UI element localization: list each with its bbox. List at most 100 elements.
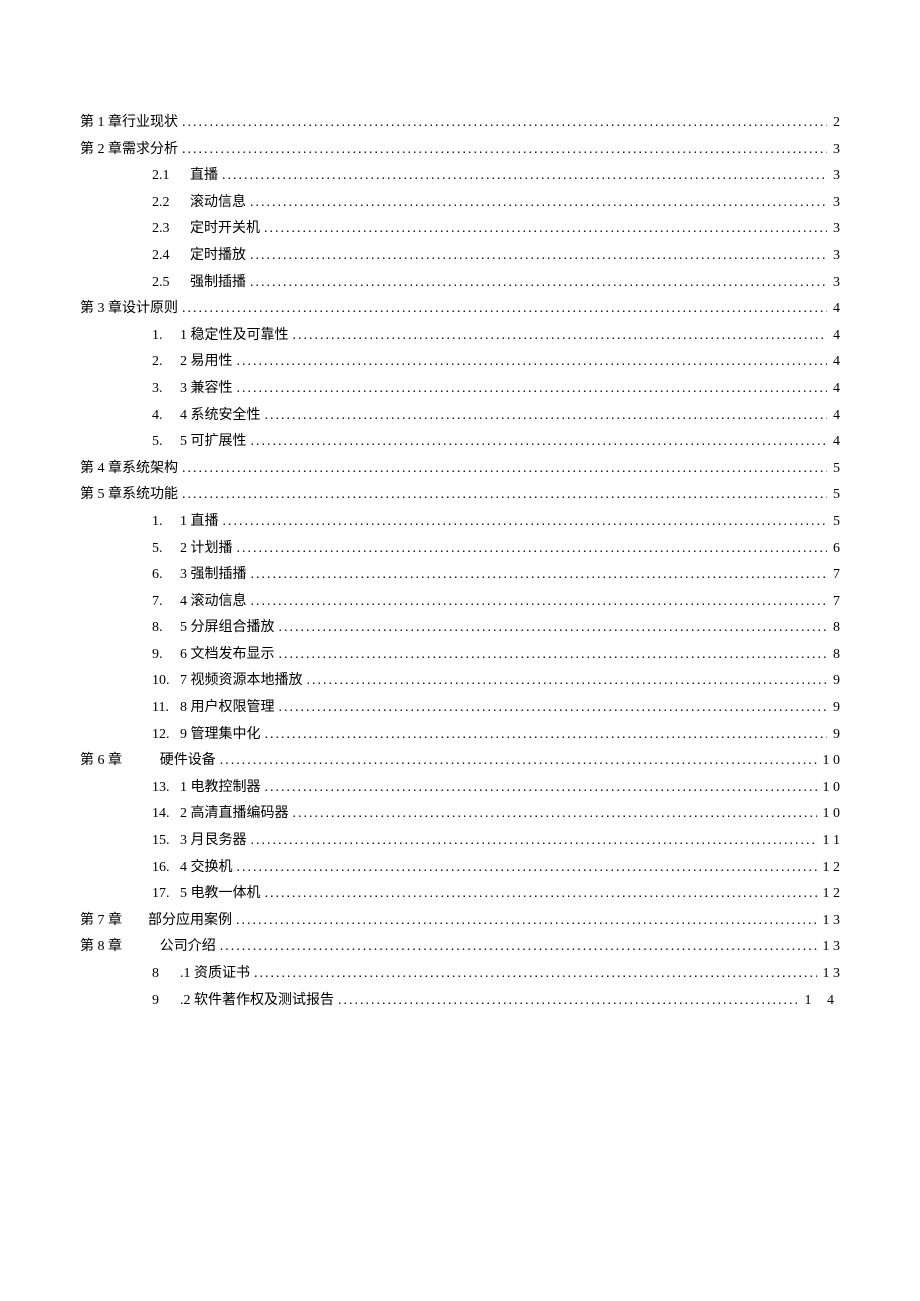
dot-leader — [182, 110, 827, 137]
toc-page: 1 2 — [817, 855, 841, 882]
toc-number: 2.4 — [152, 243, 190, 270]
toc-row-section: 6. 3 强制插播 7 — [80, 562, 840, 589]
toc-row-chapter: 第 2 章需求分析 3 — [80, 137, 840, 164]
toc-title: 2 易用性 — [180, 349, 237, 376]
toc-number: 2.3 — [152, 216, 190, 243]
dot-leader — [265, 722, 828, 749]
dot-leader — [237, 536, 828, 563]
toc-title: .1 资质证书 — [180, 961, 254, 988]
toc-title: 5 分屏组合播放 — [180, 615, 279, 642]
toc-page: 1 3 — [817, 934, 841, 961]
toc-title: 3 兼容性 — [180, 376, 237, 403]
toc-number: 10. — [152, 668, 180, 695]
toc-page: 3 — [827, 190, 840, 217]
toc-title: 7 视频资源本地播放 — [180, 668, 307, 695]
dot-leader — [265, 881, 817, 908]
toc-row-chapter: 第 8 章 公司介绍 1 3 — [80, 934, 840, 961]
toc-row-section: 17. 5 电教一体机 1 2 — [80, 881, 840, 908]
toc-row-section: 9. 6 文档发布显示 8 — [80, 642, 840, 669]
toc-number: 13. — [152, 775, 180, 802]
toc-title: 强制插播 — [190, 270, 250, 297]
toc-title: 4 交换机 — [180, 855, 237, 882]
toc-title: 硬件设备 — [160, 748, 220, 775]
toc-row-section: 7. 4 滚动信息 7 — [80, 589, 840, 616]
dot-leader — [182, 482, 827, 509]
toc-title: 2 高清直播编码器 — [180, 801, 293, 828]
toc-title: 9 管理集中化 — [180, 722, 265, 749]
dot-leader — [182, 456, 827, 483]
dot-leader — [279, 642, 828, 669]
dot-leader — [182, 137, 827, 164]
toc-row-section: 14. 2 高清直播编码器 1 0 — [80, 801, 840, 828]
toc-number: 8 — [152, 961, 180, 988]
toc-row-section: 2.1 直播 3 — [80, 163, 840, 190]
dot-leader — [250, 190, 827, 217]
toc-row-section: 2.5 强制插播 3 — [80, 270, 840, 297]
toc-row-section: 2.3 定时开关机 3 — [80, 216, 840, 243]
dot-leader — [220, 934, 817, 961]
toc-number: 16. — [152, 855, 180, 882]
toc-title: 1 电教控制器 — [180, 775, 265, 802]
toc-title: 3 强制插播 — [180, 562, 251, 589]
toc-title: 部分应用案例 — [148, 908, 236, 935]
toc-title: .2 软件著作权及测试报告 — [180, 988, 338, 1015]
toc-chapter: 第 6 章 — [80, 748, 138, 775]
dot-leader — [222, 163, 827, 190]
toc-row-section: 8 .1 资质证书 1 3 — [80, 961, 840, 988]
toc-title: 公司介绍 — [160, 934, 220, 961]
toc-title: 1 直播 — [180, 509, 223, 536]
toc-number: 5. — [152, 429, 180, 456]
toc-page: 4 — [827, 349, 840, 376]
toc-page: 9 — [827, 668, 840, 695]
toc-row-section: 10. 7 视频资源本地播放 9 — [80, 668, 840, 695]
toc-title: 1 稳定性及可靠性 — [180, 323, 293, 350]
toc-page: 9 — [827, 695, 840, 722]
dot-leader — [182, 296, 827, 323]
toc-number: 7. — [152, 589, 180, 616]
toc-number: 17. — [152, 881, 180, 908]
toc-row-chapter: 第 5 章系统功能 5 — [80, 482, 840, 509]
toc-page: 5 — [827, 482, 840, 509]
toc-row-section: 5. 5 可扩展性 4 — [80, 429, 840, 456]
toc-title: 5 电教一体机 — [180, 881, 265, 908]
toc-page: 3 — [827, 270, 840, 297]
toc-chapter: 第 8 章 — [80, 934, 138, 961]
dot-leader — [237, 855, 817, 882]
dot-leader — [293, 323, 828, 350]
toc-row-section: 4. 4 系统安全性 4 — [80, 403, 840, 430]
toc-page: 7 — [827, 589, 840, 616]
toc-number: 9 — [152, 988, 180, 1015]
toc-page: 4 — [827, 376, 840, 403]
toc-number: 14. — [152, 801, 180, 828]
dot-leader — [236, 908, 816, 935]
dot-leader — [250, 270, 827, 297]
dot-leader — [220, 748, 817, 775]
toc-page: 1 0 — [817, 801, 841, 828]
toc-page: 4 — [827, 323, 840, 350]
toc-page: 3 — [827, 137, 840, 164]
toc-label: 第 2 章需求分析 — [80, 137, 182, 164]
toc-chapter: 第 7 章 — [80, 908, 138, 935]
toc-row-section: 1. 1 稳定性及可靠性 4 — [80, 323, 840, 350]
toc-row-chapter: 第 6 章 硬件设备 1 0 — [80, 748, 840, 775]
toc-page: 1 1 — [817, 828, 841, 855]
toc-row-section: 2.2 滚动信息 3 — [80, 190, 840, 217]
toc-number: 11. — [152, 695, 180, 722]
toc-page: 4 — [827, 403, 840, 430]
toc-title: 4 系统安全性 — [180, 403, 265, 430]
toc-number: 8. — [152, 615, 180, 642]
toc-page: 3 — [827, 163, 840, 190]
toc-label: 第 4 章系统架构 — [80, 456, 182, 483]
toc-row-section: 2. 2 易用性 4 — [80, 349, 840, 376]
toc-label: 第 1 章行业现状 — [80, 110, 182, 137]
toc-page: 4 — [827, 429, 840, 456]
toc-title: 定时播放 — [190, 243, 250, 270]
toc-page: 3 — [827, 216, 840, 243]
dot-leader — [251, 562, 828, 589]
dot-leader — [265, 775, 817, 802]
toc-title: 5 可扩展性 — [180, 429, 251, 456]
toc-page: 4 — [827, 296, 840, 323]
toc-title: 2 计划播 — [180, 536, 237, 563]
toc-number: 4. — [152, 403, 180, 430]
dot-leader — [265, 403, 828, 430]
